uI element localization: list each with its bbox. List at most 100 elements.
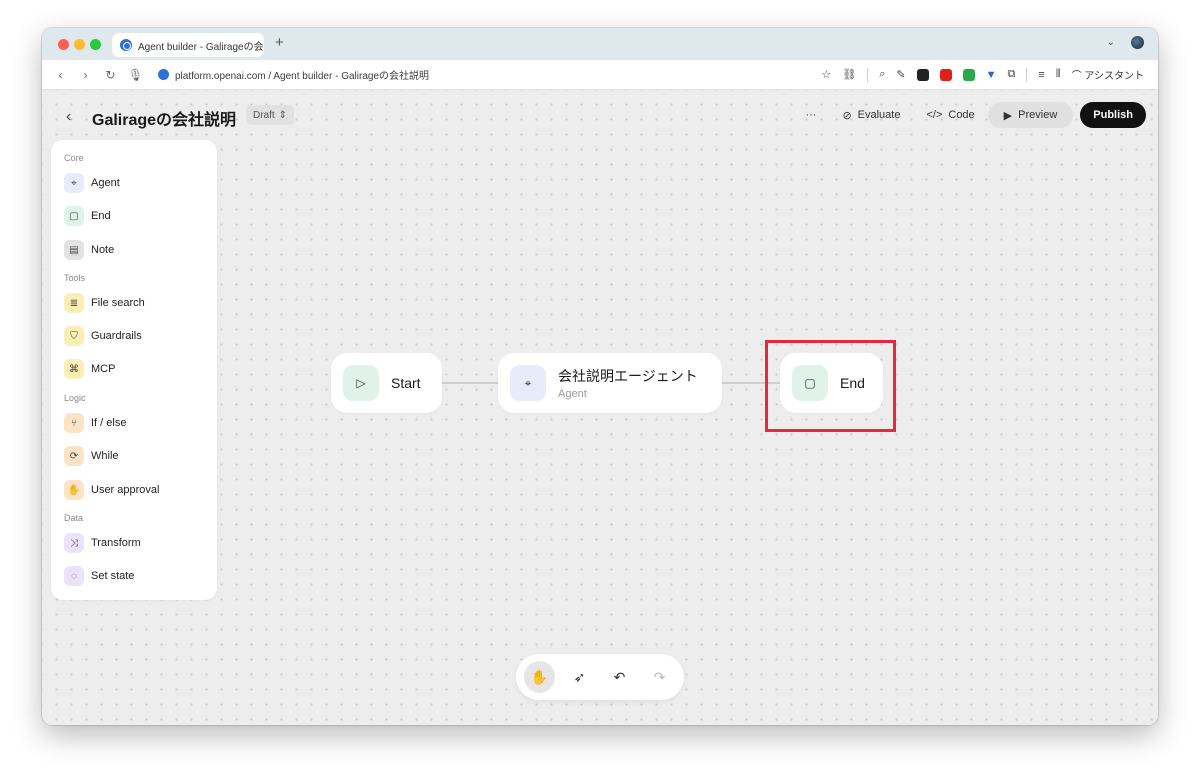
site-icon xyxy=(158,69,169,80)
record-extension-icon[interactable] xyxy=(962,68,975,81)
branch-icon: ⑂ xyxy=(64,413,84,433)
palette-section-tools: Tools xyxy=(64,273,86,283)
agent-node-type: Agent xyxy=(558,388,587,400)
note-icon: ▤ xyxy=(64,240,84,260)
lens-icon[interactable]: ⌕ xyxy=(879,68,885,81)
preview-label: Preview xyxy=(1018,109,1058,121)
pointer-tool-icon[interactable]: ➶ xyxy=(564,661,595,693)
assistant-icon: ⌒ xyxy=(1071,71,1085,82)
palette-item-label: Transform xyxy=(91,537,141,549)
palette-item-while[interactable]: ⟳ While xyxy=(64,445,119,467)
back-arrow-icon[interactable]: ‹ xyxy=(66,108,71,126)
palette-item-mcp[interactable]: ⌘ MCP xyxy=(64,358,115,380)
palette-item-label: If / else xyxy=(91,417,127,429)
start-node[interactable]: ▷ Start xyxy=(331,353,442,413)
hand-tool-icon[interactable]: ✋ xyxy=(524,661,555,693)
address-bar: ‹ › ↻ 🎙︎ platform.openai.com / Agent bui… xyxy=(42,60,1158,90)
palette-item-guardrails[interactable]: ⛉ Guardrails xyxy=(64,325,142,347)
redo-icon[interactable]: ↷ xyxy=(644,661,675,693)
start-node-label: Start xyxy=(391,375,421,391)
palette-item-label: Agent xyxy=(91,177,120,189)
cursor-icon: ⌖ xyxy=(510,365,546,401)
close-window-button[interactable] xyxy=(58,39,69,50)
reload-icon[interactable]: ↻ xyxy=(98,68,123,82)
shuffle-icon: ⤨ xyxy=(64,533,84,553)
palette-item-if-else[interactable]: ⑂ If / else xyxy=(64,412,126,434)
approval-icon: ✋ xyxy=(64,480,84,500)
more-options-button[interactable]: ··· xyxy=(792,102,829,128)
shield-icon: ⛉ xyxy=(64,326,84,346)
code-icon: </> xyxy=(926,109,943,121)
cursor-icon: ⌖ xyxy=(64,173,84,193)
bookmark-star-icon[interactable]: ☆ xyxy=(821,68,831,81)
menu-lines-icon[interactable]: ≡ xyxy=(1038,69,1044,81)
stop-icon: ▢ xyxy=(64,206,84,226)
draft-label: Draft xyxy=(253,109,275,121)
chevron-down-icon[interactable]: ⌄ xyxy=(1107,37,1115,48)
undo-icon[interactable]: ↶ xyxy=(604,661,635,693)
browser-tab[interactable]: Agent builder - Galirageの会 xyxy=(112,33,264,57)
palette-item-agent[interactable]: ⌖ Agent xyxy=(64,172,120,194)
send-extension-icon[interactable] xyxy=(916,68,929,81)
tab-title: Agent builder - Galirageの会 xyxy=(138,41,264,53)
preview-button[interactable]: ▶ Preview xyxy=(987,102,1074,128)
palette-section-data: Data xyxy=(64,513,84,523)
evaluate-button[interactable]: ⊘ Evaluate xyxy=(829,102,913,128)
extensions-bar: ☆ ⛓︎ ⌕ ✎ ▼ ⧉ ≡ ⦀ ⌒ アシスタント xyxy=(821,67,1144,82)
minimize-window-button[interactable] xyxy=(74,39,85,50)
palette-item-label: While xyxy=(91,450,119,462)
url-field[interactable]: platform.openai.com / Agent builder - Ga… xyxy=(175,67,429,82)
workflow-canvas[interactable]: ‹ Galirageの会社説明 Draft ⇕ ··· ⊘ Evaluate <… xyxy=(42,90,1158,725)
agent-node-text: 会社説明エージェント Agent xyxy=(558,366,698,400)
header-actions: ··· ⊘ Evaluate </> Code ▶ Preview Publis… xyxy=(792,102,1146,128)
palette-item-file-search[interactable]: ≣ File search xyxy=(64,292,145,314)
palette-section-logic: Logic xyxy=(64,393,86,403)
loop-icon: ⟳ xyxy=(64,446,84,466)
workflow-title[interactable]: Galirageの会社説明 xyxy=(92,106,236,130)
evaluate-label: Evaluate xyxy=(857,109,901,121)
youtube-extension-icon[interactable] xyxy=(939,68,952,81)
code-button[interactable]: </> Code xyxy=(913,102,987,128)
palette-item-set-state[interactable]: ◌ Set state xyxy=(64,565,134,587)
compass-icon: ⊘ xyxy=(842,109,852,122)
edge-start-agent xyxy=(442,382,498,384)
divider xyxy=(1026,67,1028,82)
palette-item-label: File search xyxy=(91,297,145,309)
pen-icon[interactable]: ✎ xyxy=(896,68,905,81)
canvas-toolbar: ✋ ➶ ↶ ↷ xyxy=(516,654,684,700)
profile-avatar[interactable] xyxy=(1131,36,1144,49)
zoom-window-button[interactable] xyxy=(90,39,101,50)
palette-item-label: User approval xyxy=(91,484,160,496)
forward-icon[interactable]: › xyxy=(73,68,98,82)
draft-version-select[interactable]: Draft ⇕ xyxy=(246,105,295,125)
palette-item-transform[interactable]: ⤨ Transform xyxy=(64,532,141,554)
palette-section-core: Core xyxy=(64,153,84,163)
assistant-label: アシスタント xyxy=(1084,71,1144,82)
vue-extension-icon[interactable]: ▼ xyxy=(986,69,997,81)
palette-item-label: Set state xyxy=(91,570,135,582)
updown-chevron-icon: ⇕ xyxy=(278,109,288,121)
palette-item-label: Note xyxy=(91,244,115,256)
palette-item-label: End xyxy=(91,210,111,222)
puzzle-icon[interactable]: ⧉ xyxy=(1007,68,1015,81)
microphone-icon[interactable]: 🎙︎ xyxy=(123,68,148,82)
agent-node[interactable]: ⌖ 会社説明エージェント Agent xyxy=(498,353,722,413)
browser-tabbar: Agent builder - Galirageの会 + ⌄ xyxy=(42,28,1158,60)
back-icon[interactable]: ‹ xyxy=(48,68,73,82)
node-palette: Core ⌖ Agent ▢ End ▤ Note Tools ≣ File s… xyxy=(51,140,217,600)
palette-item-label: Guardrails xyxy=(91,330,142,342)
palette-item-note[interactable]: ▤ Note xyxy=(64,239,114,261)
new-tab-button[interactable]: + xyxy=(275,34,284,51)
state-icon: ◌ xyxy=(64,566,84,586)
agent-node-label: 会社説明エージェント xyxy=(558,368,698,384)
assistant-button[interactable]: ⌒ アシスタント xyxy=(1072,67,1144,82)
link-icon[interactable]: ⛓︎ xyxy=(842,68,856,81)
divider xyxy=(867,67,869,82)
waveform-icon[interactable]: ⦀ xyxy=(1056,68,1061,81)
highlight-box xyxy=(765,340,896,432)
palette-item-user-approval[interactable]: ✋ User approval xyxy=(64,479,159,501)
publish-button[interactable]: Publish xyxy=(1080,102,1146,128)
openai-favicon-icon xyxy=(120,39,132,51)
palette-item-end[interactable]: ▢ End xyxy=(64,205,111,227)
palette-item-label: MCP xyxy=(91,363,116,375)
